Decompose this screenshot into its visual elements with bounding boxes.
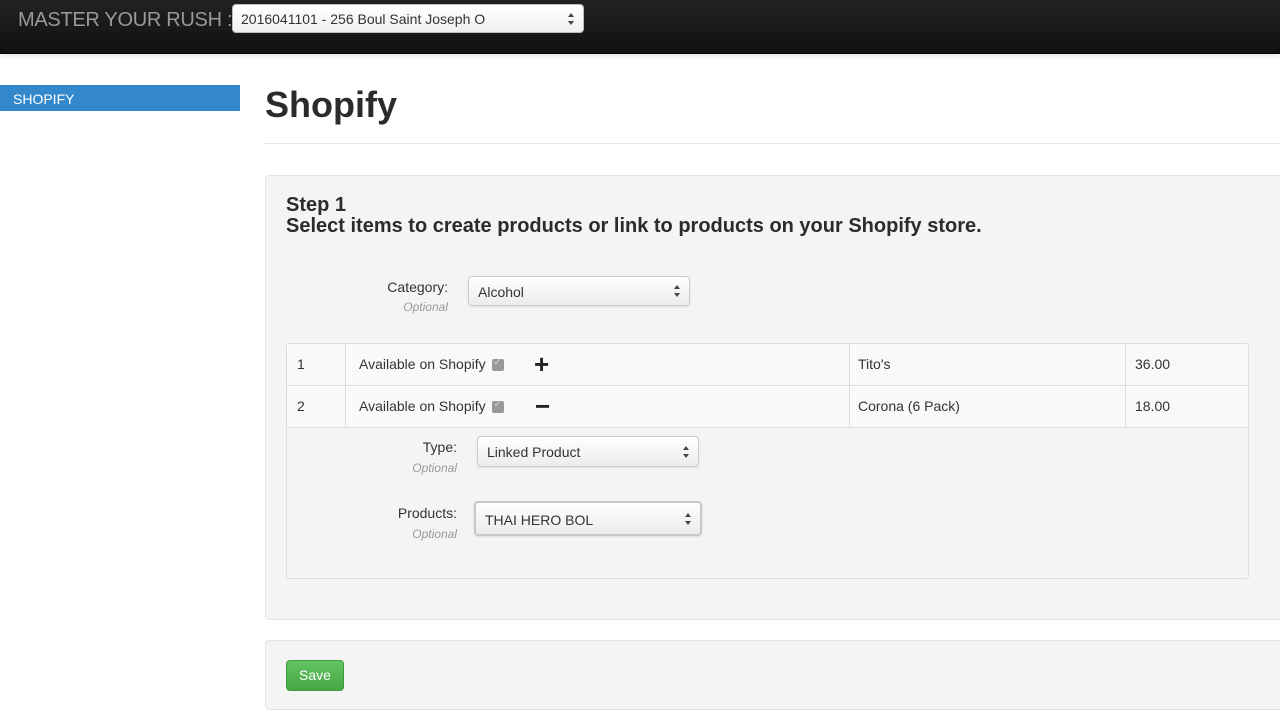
save-button[interactable]: Save xyxy=(286,660,344,691)
column-divider xyxy=(345,344,346,386)
items-table: 1 Available on Shopify + Tito's 36.00 2 … xyxy=(286,343,1249,579)
item-price: 36.00 xyxy=(1135,356,1171,372)
minus-icon[interactable]: − xyxy=(535,393,550,419)
select-arrows-icon xyxy=(685,512,692,525)
products-optional: Optional xyxy=(412,527,457,541)
table-row: 2 Available on Shopify − Corona (6 Pack)… xyxy=(287,386,1248,428)
sidebar: SHOPIFY xyxy=(0,85,240,111)
available-checkbox[interactable] xyxy=(491,399,504,413)
top-navbar: MASTER YOUR RUSH :: 2016041101 - 256 Bou… xyxy=(0,0,1280,54)
select-arrows-icon xyxy=(674,285,681,297)
type-select-value: Linked Product xyxy=(487,444,581,460)
step-panel: Step 1 Select items to create products o… xyxy=(265,175,1280,620)
available-label: Available on Shopify xyxy=(359,356,486,372)
select-arrows-icon xyxy=(568,12,575,25)
products-select[interactable]: THAI HERO BOL xyxy=(474,501,702,536)
column-divider xyxy=(849,386,850,428)
column-divider xyxy=(1125,386,1126,428)
type-select[interactable]: Linked Product xyxy=(477,436,699,467)
plus-icon[interactable]: + xyxy=(534,351,549,377)
available-cell: Available on Shopify xyxy=(359,386,504,428)
column-divider xyxy=(849,344,850,386)
category-optional: Optional xyxy=(403,300,448,314)
products-select-value: THAI HERO BOL xyxy=(485,512,594,528)
type-label: Type: xyxy=(422,439,457,455)
brand-title: MASTER YOUR RUSH :: xyxy=(18,9,238,31)
location-select[interactable]: 2016041101 - 256 Boul Saint Joseph O xyxy=(232,4,584,33)
category-select[interactable]: Alcohol xyxy=(468,276,690,306)
location-select-value: 2016041101 - 256 Boul Saint Joseph O xyxy=(241,11,486,27)
table-row: 1 Available on Shopify + Tito's 36.00 xyxy=(287,344,1248,386)
step-number: Step 1 xyxy=(286,194,347,216)
item-name: Corona (6 Pack) xyxy=(858,398,960,414)
type-optional: Optional xyxy=(412,461,457,475)
title-divider xyxy=(265,143,1280,144)
item-name: Tito's xyxy=(858,356,891,372)
column-divider xyxy=(345,386,346,428)
sidebar-item-shopify[interactable]: SHOPIFY xyxy=(0,85,240,111)
step-description: Select items to create products or link … xyxy=(286,215,982,237)
item-number: 1 xyxy=(297,356,305,372)
select-arrows-icon xyxy=(683,445,690,458)
page-title: Shopify xyxy=(265,84,397,125)
products-label: Products: xyxy=(397,505,457,521)
item-price: 18.00 xyxy=(1135,398,1171,414)
category-select-value: Alcohol xyxy=(478,284,524,300)
category-label: Category: xyxy=(387,279,448,295)
column-divider xyxy=(1125,344,1126,386)
available-checkbox[interactable] xyxy=(491,357,504,371)
available-cell: Available on Shopify xyxy=(359,344,504,386)
actions-panel: Save xyxy=(265,640,1280,710)
item-number: 2 xyxy=(297,398,305,414)
available-label: Available on Shopify xyxy=(359,398,486,414)
step-heading: Step 1 Select items to create products o… xyxy=(286,195,982,237)
